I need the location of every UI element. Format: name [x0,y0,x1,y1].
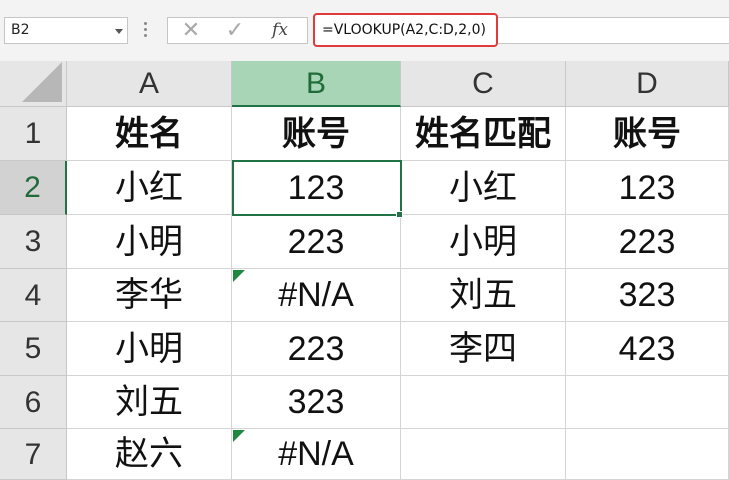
cell-c5[interactable]: 李四 [401,322,566,376]
cell-a1[interactable]: 姓名 [67,107,232,161]
cell-b1[interactable]: 账号 [232,107,401,161]
row-header-6[interactable]: 6 [0,376,67,429]
cell-value: 账号 [613,114,681,154]
cell-value: 223 [287,330,345,368]
cell-d6[interactable] [566,376,729,429]
chevron-down-icon[interactable] [115,29,123,34]
cell-value: 李华 [115,275,183,315]
cell-value: 小明 [115,329,183,369]
cell-a4[interactable]: 李华 [67,269,232,322]
cell-b3[interactable]: 223 [232,215,401,269]
cell-value: 223 [618,223,676,261]
error-indicator-icon[interactable] [233,270,245,282]
cell-d4[interactable]: 323 [566,269,729,322]
cancel-icon[interactable]: ✕ [176,18,206,43]
column-header-c[interactable]: C [401,61,566,107]
column-header-d[interactable]: D [566,61,729,107]
cell-b2[interactable]: 123 [232,161,401,215]
row-header-4[interactable]: 4 [0,269,67,322]
cell-value: 赵六 [115,434,183,474]
name-box-value: B2 [11,22,30,38]
cell-value: 423 [618,330,676,368]
cell-value: 小红 [115,168,183,208]
formula-input[interactable]: =VLOOKUP(A2,C:D,2,0) [313,13,498,47]
cell-b5[interactable]: 223 [232,322,401,376]
select-all-button[interactable] [0,61,67,107]
column-header-a[interactable]: A [67,61,232,107]
cell-value: 223 [287,223,345,261]
cell-a3[interactable]: 小明 [67,215,232,269]
cell-d5[interactable]: 423 [566,322,729,376]
cell-b4[interactable]: #N/A [232,269,401,322]
fill-handle[interactable] [396,211,403,218]
cell-value: 李四 [449,329,517,369]
formula-buttons: ✕ ✓ fx [167,17,308,44]
row-header-7[interactable]: 7 [0,429,67,480]
cell-value: 小红 [449,168,517,208]
cell-value: 姓名匹配 [415,114,551,154]
drag-handle-icon[interactable] [144,22,148,40]
insert-function-icon[interactable]: fx [265,18,295,43]
cell-value: 小明 [449,222,517,262]
cell-b6[interactable]: 323 [232,376,401,429]
row-header-1[interactable]: 1 [0,107,67,161]
cell-d3[interactable]: 223 [566,215,729,269]
cell-value: 账号 [282,114,350,154]
row-header-2[interactable]: 2 [0,161,67,215]
cell-c7[interactable] [401,429,566,480]
cell-value: 小明 [115,222,183,262]
cell-value: 刘五 [449,275,517,315]
cell-d2[interactable]: 123 [566,161,729,215]
cell-c6[interactable] [401,376,566,429]
name-box[interactable]: B2 [4,17,128,44]
cell-value: 123 [287,169,345,207]
cell-c3[interactable]: 小明 [401,215,566,269]
cell-c4[interactable]: 刘五 [401,269,566,322]
cell-a2[interactable]: 小红 [67,161,232,215]
cell-value: 姓名 [115,114,183,154]
cell-c1[interactable]: 姓名匹配 [401,107,566,161]
cell-d7[interactable] [566,429,729,480]
enter-icon[interactable]: ✓ [220,18,250,43]
cell-d1[interactable]: 账号 [566,107,729,161]
cell-b7[interactable]: #N/A [232,429,401,480]
error-indicator-icon[interactable] [233,430,245,442]
cell-value: 刘五 [115,382,183,422]
select-all-icon [22,62,62,102]
row-header-5[interactable]: 5 [0,322,67,376]
column-header-b[interactable]: B [232,61,401,107]
formula-bar: B2 ✕ ✓ fx =VLOOKUP(A2,C:D,2,0) [0,0,729,61]
formula-input-extension[interactable] [498,17,729,44]
cell-value: #N/A [278,435,354,473]
spreadsheet-grid: A B C D 1 姓名 账号 姓名匹配 账号 2 小红 123 小红 123 3 小明 223 小明 223 4 李华… [0,61,729,480]
cell-a6[interactable]: 刘五 [67,376,232,429]
cell-a7[interactable]: 赵六 [67,429,232,480]
cell-value: 123 [618,169,676,207]
cell-c2[interactable]: 小红 [401,161,566,215]
row-header-3[interactable]: 3 [0,215,67,269]
cell-value: 323 [618,276,676,314]
cell-value: #N/A [278,276,354,314]
cell-a5[interactable]: 小明 [67,322,232,376]
cell-value: 323 [287,383,345,421]
